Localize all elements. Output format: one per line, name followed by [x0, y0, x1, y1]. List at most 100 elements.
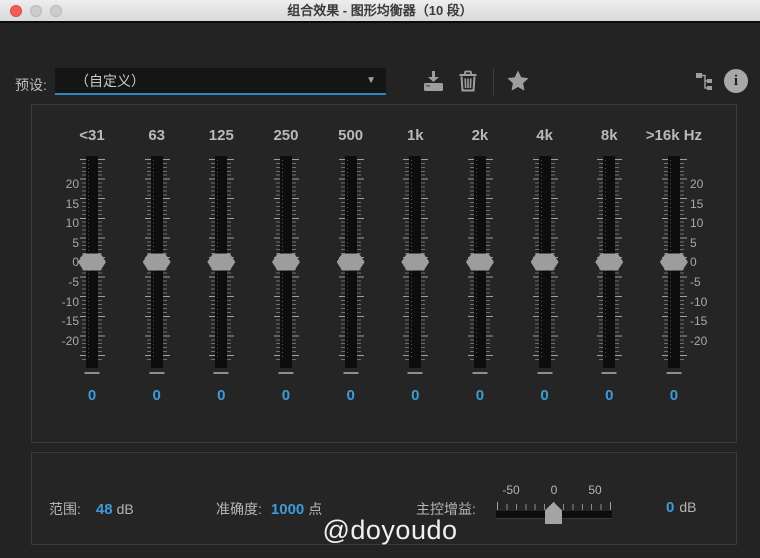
- zoom-button[interactable]: [50, 5, 62, 17]
- slider-endcap: [278, 372, 294, 374]
- trash-icon: [455, 68, 481, 97]
- band-value[interactable]: 0: [540, 387, 548, 404]
- accuracy-group: 准确度: 1000 点: [216, 499, 322, 519]
- close-button[interactable]: [10, 5, 22, 17]
- slider-handle[interactable]: [595, 253, 624, 271]
- band-slider[interactable]: [336, 156, 365, 374]
- routing-button[interactable]: [690, 67, 720, 97]
- range-unit: dB: [116, 501, 134, 517]
- slider-endcap: [472, 372, 488, 374]
- equalizer-panel: 20 15 10 5 0 -5 -10 -15 -20 20 15 10 5 0 -5 -10 -15 -20 …: [31, 104, 737, 443]
- gain-value-group: 0 dB: [666, 499, 696, 516]
- band-value[interactable]: 0: [346, 387, 354, 404]
- accuracy-value[interactable]: 1000: [271, 501, 304, 518]
- slider-handle[interactable]: [78, 253, 106, 271]
- slider-endcap: [213, 372, 229, 374]
- band-value[interactable]: 0: [670, 387, 678, 404]
- preset-value: （自定义）: [75, 72, 145, 89]
- band-frequency-label: 8k: [600, 127, 618, 144]
- gain-scale-label: 50: [588, 483, 602, 497]
- save-preset-icon: [420, 68, 446, 97]
- gain-value[interactable]: 0: [666, 499, 674, 516]
- range-value[interactable]: 48: [96, 501, 113, 518]
- band-frequency-label: 1k: [406, 127, 424, 144]
- slider-endcap: [601, 372, 617, 374]
- watermark: @doyoudo: [322, 515, 458, 545]
- slider-handle[interactable]: [401, 253, 430, 271]
- eq-band: 2k 0: [460, 105, 500, 404]
- band-frequency-label: 2k: [471, 127, 489, 144]
- db-scale-right: 20 15 10 5 0 -5 -10 -15 -20: [690, 156, 736, 368]
- eq-band: 4k 0: [525, 105, 565, 404]
- band-slider[interactable]: [142, 156, 171, 374]
- window-title: 组合效果 - 图形均衡器（10 段）: [287, 3, 473, 18]
- slider-handle[interactable]: [659, 253, 688, 271]
- band-value[interactable]: 0: [411, 387, 419, 404]
- band-slider[interactable]: [465, 156, 494, 374]
- eq-band: >16k Hz 0: [646, 105, 702, 404]
- window-controls: [10, 5, 62, 17]
- eq-band: 1k 0: [395, 105, 435, 404]
- eq-band: 500 0: [331, 105, 371, 404]
- gain-scale-labels: -50 0 50: [496, 483, 614, 497]
- band-slider[interactable]: [401, 156, 430, 374]
- slider-handle[interactable]: [336, 253, 365, 271]
- save-preset-button[interactable]: [418, 67, 448, 97]
- slider-endcap: [343, 372, 359, 374]
- slider-handle[interactable]: [530, 253, 559, 271]
- chevron-down-icon: ▼: [366, 75, 376, 86]
- routing-icon: [693, 69, 717, 96]
- titlebar: 组合效果 - 图形均衡器（10 段）: [0, 0, 760, 23]
- minimize-button[interactable]: [30, 5, 42, 17]
- slider-endcap: [149, 372, 165, 374]
- band-slider[interactable]: [207, 156, 236, 374]
- eq-band: 8k 0: [589, 105, 629, 404]
- band-slider[interactable]: [271, 156, 300, 374]
- band-frequency-label: >16k Hz: [645, 127, 703, 144]
- band-value[interactable]: 0: [217, 387, 225, 404]
- slider-handle[interactable]: [271, 253, 300, 271]
- favorite-button[interactable]: [503, 67, 533, 97]
- band-frequency-label: 4k: [536, 127, 553, 144]
- band-frequency-label: 125: [208, 127, 234, 144]
- band-slider[interactable]: [595, 156, 624, 374]
- info-icon: i: [733, 72, 739, 89]
- slider-handle[interactable]: [142, 253, 171, 271]
- preset-dropdown[interactable]: （自定义） ▼: [55, 68, 386, 95]
- slider-endcap: [84, 372, 100, 374]
- toolbar-separator: [493, 68, 494, 95]
- band-slider[interactable]: [659, 156, 688, 374]
- band-frequency-label: 63: [148, 127, 165, 144]
- accuracy-unit: 点: [308, 501, 323, 517]
- band-value[interactable]: 0: [88, 387, 96, 404]
- slider-endcap: [666, 372, 682, 374]
- bands-row: <31 0 63 0 125 0 250 0 500 0 1k 0 2k 0 4…: [72, 105, 702, 404]
- delete-preset-button[interactable]: [453, 67, 483, 97]
- accuracy-label: 准确度:: [216, 501, 262, 517]
- slider-endcap: [407, 372, 423, 374]
- graphic-equalizer-window: 组合效果 - 图形均衡器（10 段） 预设: （自定义） ▼ i 20 15 1…: [0, 0, 760, 558]
- eq-band: 250 0: [266, 105, 306, 404]
- band-slider[interactable]: [530, 156, 559, 374]
- eq-band: <31 0: [72, 105, 112, 404]
- band-frequency-label: 250: [273, 127, 299, 144]
- master-gain-slider[interactable]: -50 0 50: [496, 483, 614, 529]
- toolbar: 预设: （自定义） ▼ i: [0, 25, 760, 95]
- band-frequency-label: <31: [79, 127, 105, 144]
- gain-scale-label: 0: [550, 483, 558, 497]
- band-value[interactable]: 0: [282, 387, 290, 404]
- preset-label: 预设:: [15, 77, 47, 93]
- range-label: 范围:: [49, 501, 81, 517]
- gain-unit: dB: [679, 499, 697, 515]
- range-group: 范围: 48 dB: [49, 499, 134, 519]
- eq-band: 125 0: [201, 105, 241, 404]
- band-value[interactable]: 0: [476, 387, 484, 404]
- band-frequency-label: 500: [338, 127, 364, 144]
- band-value[interactable]: 0: [152, 387, 160, 404]
- band-slider[interactable]: [78, 156, 106, 374]
- band-value[interactable]: 0: [605, 387, 613, 404]
- gain-scale-label: -50: [502, 483, 520, 497]
- slider-handle[interactable]: [465, 253, 494, 271]
- info-button[interactable]: i: [724, 69, 748, 93]
- slider-handle[interactable]: [207, 253, 236, 271]
